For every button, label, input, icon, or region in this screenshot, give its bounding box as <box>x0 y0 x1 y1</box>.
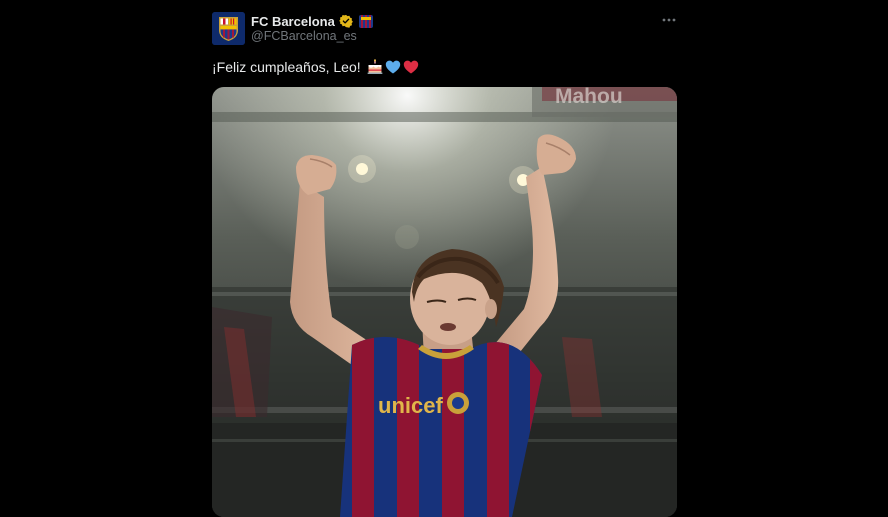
shirt-sponsor-text: unicef <box>378 393 443 418</box>
red-heart-icon <box>403 60 418 74</box>
author-name[interactable]: FC Barcelona <box>251 14 335 29</box>
barcelona-crest-icon <box>212 12 245 45</box>
tweet-text: ¡Feliz cumpleaños, Leo! <box>212 59 419 75</box>
affiliation-badge-icon[interactable] <box>358 14 373 28</box>
blue-heart-icon <box>385 60 400 74</box>
author-name-row: FC Barcelona <box>251 12 373 30</box>
author-handle[interactable]: @FCBarcelona_es <box>251 29 357 43</box>
birthday-cake-icon <box>367 59 383 74</box>
stadium-sign-text: Mahou <box>555 87 623 108</box>
tweet-text-content: ¡Feliz cumpleaños, Leo! <box>212 59 361 75</box>
tweet-media-photo[interactable]: Mahou unicef <box>212 87 677 517</box>
more-options-icon[interactable] <box>661 12 677 28</box>
verified-badge-icon <box>338 14 353 28</box>
player-celebration-image: Mahou unicef <box>212 87 677 517</box>
avatar[interactable] <box>212 12 245 45</box>
